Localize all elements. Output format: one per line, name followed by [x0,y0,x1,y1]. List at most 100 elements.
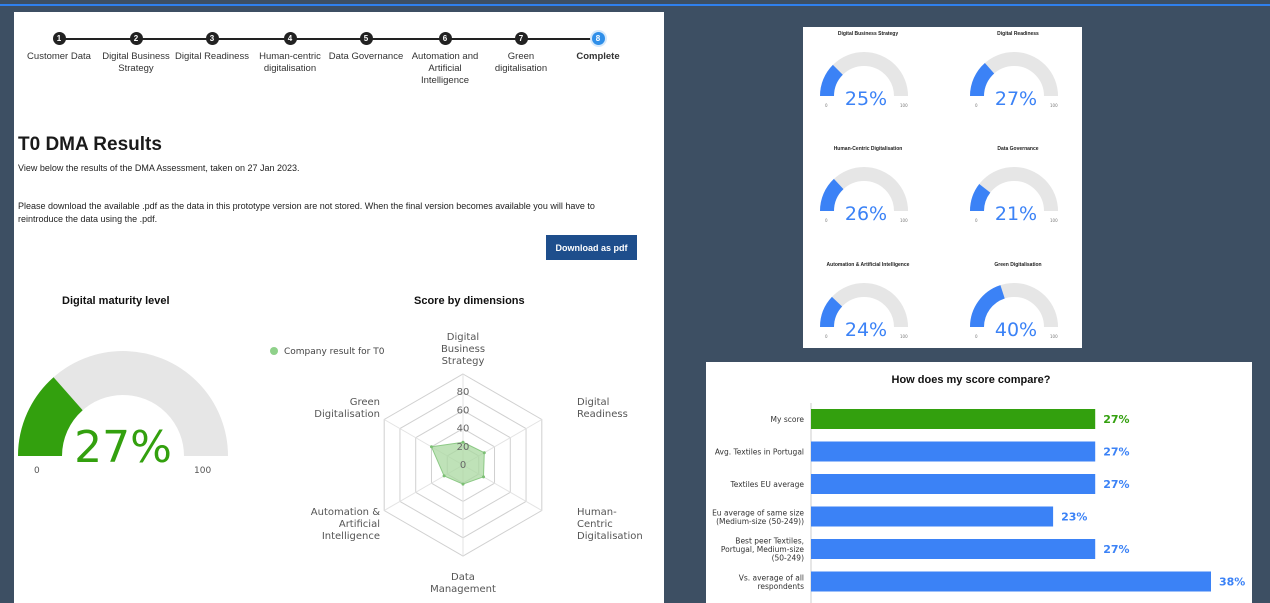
maturity-title: Digital maturity level [62,295,170,307]
step-number: 4 [283,32,297,45]
gauge-min-label: 0 [975,103,978,108]
radar-axis-label: Data Management [430,572,496,595]
step-2[interactable]: 2 Digital Business Strategy [97,32,175,75]
step-6[interactable]: 6 Automation and Artificial Intelligence [406,32,484,87]
dimension-gauge: Digital Readiness 27% 0 100 [953,27,1083,127]
dimension-gauge: Digital Business Strategy 25% 0 100 [803,27,933,127]
compare-bar-value: 27% [1103,446,1129,459]
compare-category-label: Textiles EU average [729,480,804,489]
compare-bar-value: 27% [1103,413,1129,426]
step-8[interactable]: 8 Complete [559,32,637,63]
gauge-max-label: 100 [900,103,908,108]
dimension-gauge: Data Governance 21% 0 100 [953,142,1083,242]
step-3[interactable]: 3 Digital Readiness [173,32,251,63]
gauge-fill [820,296,843,328]
results-panel: 1 Customer Data 2 Digital Business Strategy… [14,12,664,603]
intro-text: View below the results of the DMA Assess… [18,163,300,173]
gauge-max-label: 100 [1050,103,1058,108]
radar-tick-label: 0 [460,460,466,471]
radar-tick-label: 60 [457,405,470,416]
step-label: Digital Readiness [175,51,249,62]
step-1[interactable]: 1 Customer Data [20,32,98,63]
step-7[interactable]: 7 Green digitalisation [482,32,560,75]
compare-bar-value: 23% [1061,511,1087,524]
step-number: 8 [591,32,605,45]
page-title: T0 DMA Results [18,134,162,155]
step-number: 5 [359,32,373,45]
step-number: 2 [129,32,143,45]
radar-point [461,482,465,486]
gauge-max-label: 100 [900,334,908,339]
gauge-max-label: 100 [900,218,908,223]
step-number: 7 [514,32,528,45]
compare-category-label: Vs. average of all respondents [739,573,804,591]
top-accent-line [0,0,1270,6]
radar-point [429,445,433,449]
gauge-fill [970,62,995,97]
gauge-min-label: 0 [975,218,978,223]
gauge-fill [18,377,84,457]
dimension-gauge-value: 27% [995,88,1037,110]
compare-category-label: Best peer Textiles, Portugal, Medium-size… [721,537,804,563]
radar-axis-label: Human-Centric Digitalisation [577,507,643,542]
gauge-max-label: 100 [1050,218,1058,223]
legend-label: Company result for T0 [284,347,385,357]
maturity-gauge: 27% 0 100 [18,351,228,476]
compare-bar [811,409,1096,429]
gauge-min-label: 0 [825,103,828,108]
radar-axis-label: Automation & Artificial Intelligence [311,507,380,542]
gauge-fill [970,184,991,212]
notice-text: Please download the available .pdf as th… [18,201,595,224]
gauge-min-label: 0 [34,466,40,476]
step-label: Complete [576,51,620,62]
progress-stepper: 1 Customer Data 2 Digital Business Strategy… [14,28,634,118]
compare-bar-value: 38% [1219,576,1245,589]
dimension-gauges-panel: Digital Business Strategy 25% 0 100 Digital … [803,27,1082,348]
compare-bar [811,441,1096,462]
compare-bar-value: 27% [1103,543,1129,556]
compare-category-label: Eu average of same size (Medium-size (50-… [712,508,804,526]
gauge-max-label: 100 [1050,334,1058,339]
radar-point [481,475,485,479]
step-label: Green digitalisation [494,51,548,74]
gauge-fill [820,178,844,212]
gauge-fill [820,64,844,97]
dimension-gauge: Green Digitalisation 40% 0 100 [953,258,1083,358]
compare-bar-chart: 27% My score 27% Avg. Textiles in Portugal 2… [712,403,1245,603]
step-number: 3 [205,32,219,45]
radar-point [482,451,486,455]
compare-bar-value: 27% [1103,478,1129,491]
compare-category-label: My score [771,415,805,424]
maturity-value: 27% [74,422,172,473]
compare-bar [811,571,1211,592]
radar-axis-label: Digital Business Strategy [441,332,485,367]
radar-tick-label: 80 [457,387,470,398]
compare-bar [811,539,1096,559]
radar-point [442,474,446,478]
radar-axis-label: Digital Readiness [577,397,628,420]
step-number: 6 [438,32,452,45]
step-5[interactable]: 5 Data Governance [327,32,405,63]
compare-title: How does my score compare? [891,374,1051,386]
step-label: Automation and Artificial Intelligence [411,51,479,86]
download-pdf-button[interactable]: Download as pdf [546,235,637,260]
radar-chart: Company result for T0 0 20 40 60 80 Digital Bus… [270,332,643,595]
dimension-gauge-value: 40% [995,319,1037,341]
radar-tick-label: 40 [457,424,470,435]
dimension-gauge: Human-Centric Digitalisation 26% 0 100 [803,142,933,242]
gauge-min-label: 0 [825,334,828,339]
gauge-min-label: 0 [825,218,828,223]
step-label: Human-centric digitalisation [259,51,321,74]
step-4[interactable]: 4 Human-centric digitalisation [251,32,329,75]
dimension-gauge: Automation & Artificial Intelligence 24% 0… [803,258,933,358]
step-label: Digital Business Strategy [102,51,170,74]
compare-category-label: Avg. Textiles in Portugal [715,448,804,457]
radar-tick-label: 20 [457,442,470,453]
radar-axis-label: Green Digitalisation [314,397,380,420]
dimension-gauge-value: 26% [845,203,887,225]
dimension-gauge-value: 21% [995,203,1037,225]
score-compare-panel: 27% My score 27% Avg. Textiles in Portugal 2… [706,362,1252,603]
dimension-gauge-value: 24% [845,319,887,341]
dimension-gauge-value: 25% [845,88,887,110]
radar-title: Score by dimensions [414,295,525,307]
